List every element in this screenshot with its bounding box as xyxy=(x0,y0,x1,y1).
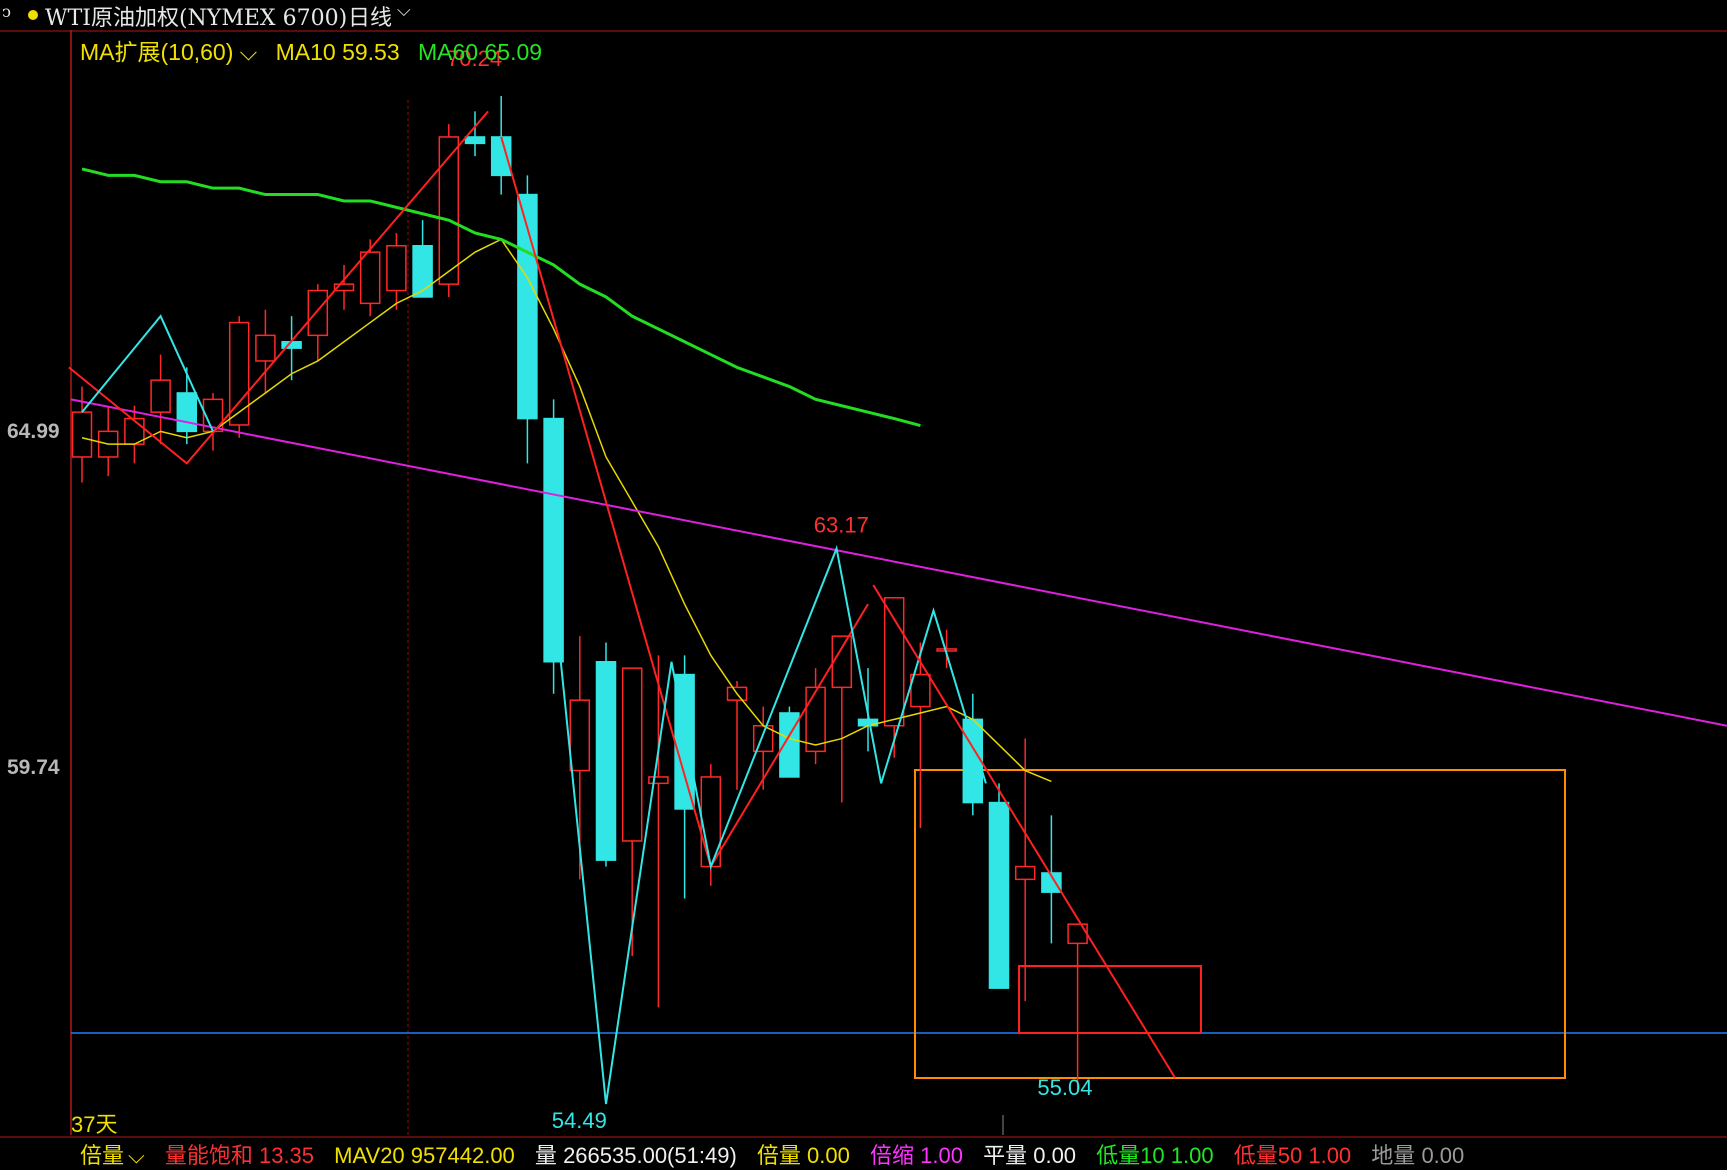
indicator-double-volume: 倍量 0.00 xyxy=(757,1143,850,1168)
bearish-candle xyxy=(988,801,1010,989)
bullish-candle xyxy=(910,673,931,708)
bullish-candle xyxy=(307,289,329,337)
price-annotation-label: 55.04 xyxy=(1037,1075,1092,1100)
bearish-candle xyxy=(464,136,486,145)
indicator-value: 1.00 xyxy=(1308,1143,1352,1168)
chart-frame xyxy=(0,30,1727,1138)
price-annotation-label: 63.17 xyxy=(814,512,869,537)
bullish-candle xyxy=(386,245,407,292)
bullish-candle xyxy=(71,411,93,458)
indicator-double-shrink: 倍缩 1.00 xyxy=(870,1143,963,1168)
status-dot-icon xyxy=(28,10,38,20)
ma60-value: MA60 65.09 xyxy=(418,39,543,65)
indicator-volume-saturation: 量能饱和 13.35 xyxy=(165,1143,314,1168)
ma10-value: MA10 59.53 xyxy=(275,39,400,65)
chevron-down-icon[interactable]: ⌵ xyxy=(240,39,257,65)
indicator-mav20: MAV20 957442.00 xyxy=(334,1143,515,1168)
ma60-line xyxy=(81,167,921,428)
indicator-label: 低量50 xyxy=(1233,1143,1303,1168)
bullish-candle xyxy=(150,379,171,413)
title-bar: ↄ WTI原油加权(NYMEX 6700) 日线 ⌵ xyxy=(0,0,1727,32)
indicator-value: 266535.00(51:49) xyxy=(563,1143,737,1168)
volume-mode-selector[interactable]: 倍量 ⌵ xyxy=(80,1143,145,1168)
bullish-candle xyxy=(255,334,276,362)
indicator-volume: 量 266535.00(51:49) xyxy=(535,1143,737,1168)
indicator-label: 倍缩 xyxy=(869,1143,914,1168)
bearish-candle xyxy=(176,392,198,433)
consolidation-box xyxy=(1018,965,1202,1034)
bullish-candle xyxy=(1014,865,1036,881)
bullish-candle xyxy=(805,686,826,753)
instrument-title[interactable]: WTI原油加权(NYMEX 6700) xyxy=(45,0,347,32)
indicator-value: 1.00 xyxy=(920,1143,963,1168)
ma-extension-selector[interactable]: MA扩展(10,60) ⌵ xyxy=(80,39,257,65)
bearish-candle xyxy=(543,417,564,663)
bullish-candle xyxy=(438,136,460,285)
indicator-value: 13.35 xyxy=(258,1143,315,1168)
indicator-label: 地量 xyxy=(1371,1143,1416,1168)
indicator-label: MAV20 xyxy=(334,1143,405,1168)
bullish-candle xyxy=(569,699,591,772)
chevron-down-icon[interactable]: ⌵ xyxy=(128,1143,145,1168)
volume-mode-label: 倍量 xyxy=(80,1143,125,1168)
bearish-candle xyxy=(595,661,617,861)
bullish-candle xyxy=(648,776,669,785)
indicator-label: 倍量 xyxy=(756,1143,801,1168)
indicator-low-volume-50: 低量50 1.00 xyxy=(1234,1143,1351,1168)
indicator-value: 0.00 xyxy=(1421,1143,1465,1168)
ma-legend: MA扩展(10,60) ⌵ MA10 59.53 MA60 65.09 xyxy=(80,33,554,67)
indicator-label: 平量 xyxy=(983,1143,1028,1168)
chart-canvas[interactable]: 70.2463.1754.4955.04 xyxy=(0,0,1727,1163)
bullish-candle xyxy=(359,251,381,305)
bullish-candle xyxy=(883,597,905,727)
y-axis-tick-upper: 64.99 xyxy=(7,420,60,443)
indicator-value: 0.00 xyxy=(1033,1143,1077,1168)
bullish-candle xyxy=(700,776,722,868)
moving-average-lines xyxy=(81,167,1052,783)
window-bracket-icon: ↄ xyxy=(2,2,11,21)
bearish-candle xyxy=(412,245,433,298)
days-count: 37天 xyxy=(71,1112,118,1137)
descending-resistance-line xyxy=(872,584,1176,1079)
bullish-candle xyxy=(1067,923,1088,945)
indicator-value: 0.00 xyxy=(807,1143,850,1168)
y-axis-tick-lower: 59.74 xyxy=(7,756,60,779)
indicator-value: 957442.00 xyxy=(410,1143,515,1168)
bearish-candle xyxy=(490,136,512,177)
target-zone-box xyxy=(914,769,1566,1079)
indicator-label: 低量10 xyxy=(1096,1143,1165,1168)
indicator-flat-volume: 平量 0.00 xyxy=(983,1143,1076,1168)
indicator-label: 量 xyxy=(534,1143,557,1168)
analysis-boxes xyxy=(914,769,1566,1079)
candlesticks[interactable] xyxy=(71,96,1088,1091)
indicator-low-volume-10: 低量10 1.00 xyxy=(1096,1143,1213,1168)
price-annotation-label: 54.49 xyxy=(552,1108,607,1133)
indicator-label: 量能饱和 xyxy=(164,1143,253,1168)
volume-indicator-bar: 倍量 ⌵ 量能饱和 13.35 MAV20 957442.00 量 266535.… xyxy=(80,1138,1727,1168)
period-selector[interactable]: 日线 xyxy=(348,0,392,32)
ma-extension-label: MA扩展(10,60) xyxy=(80,39,234,65)
chevron-down-icon[interactable]: ⌵ xyxy=(397,0,411,21)
indicator-value: 1.00 xyxy=(1170,1143,1214,1168)
bullish-candle xyxy=(621,667,643,842)
bullish-candle xyxy=(831,635,853,689)
indicator-ground-volume: 地量 0.00 xyxy=(1371,1143,1464,1168)
